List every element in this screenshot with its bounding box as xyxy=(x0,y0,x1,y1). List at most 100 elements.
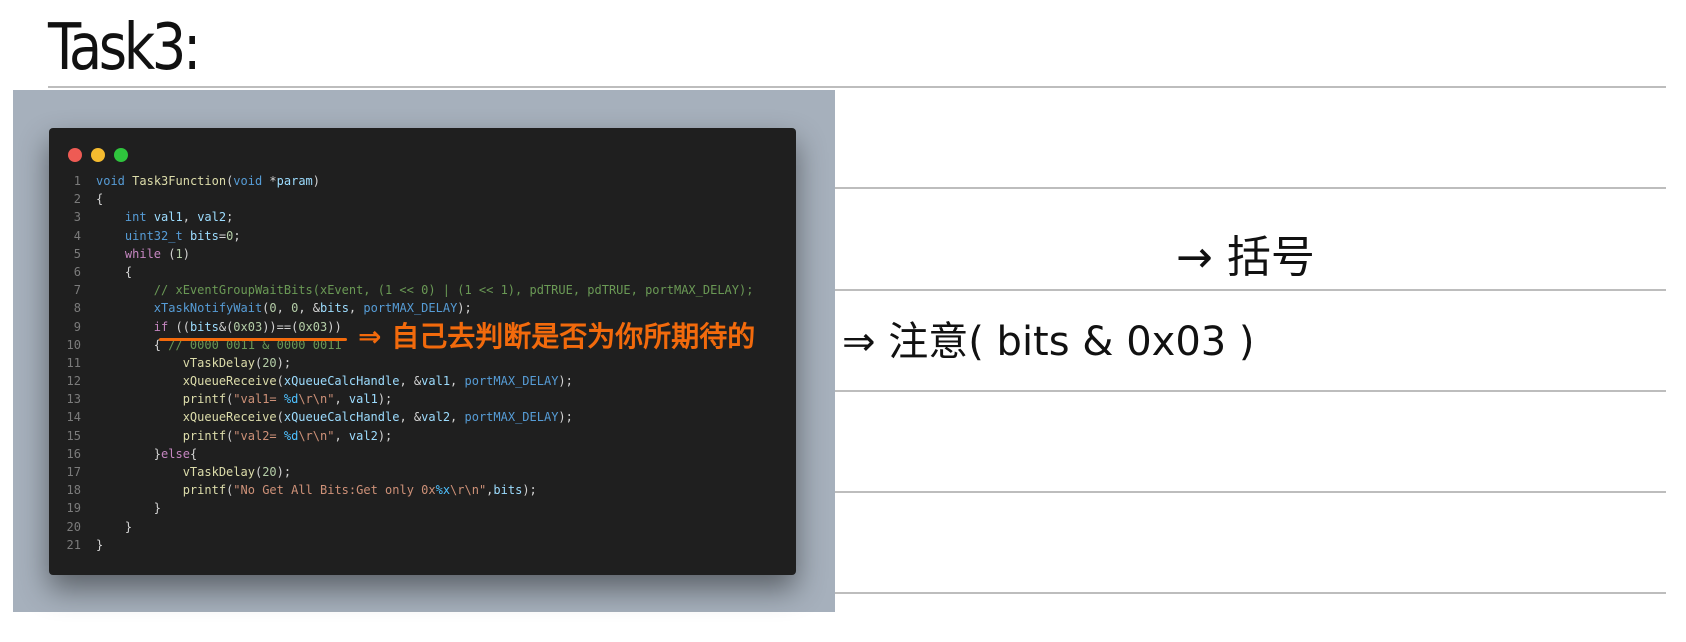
code-token: ( xyxy=(226,392,234,407)
code-token: = xyxy=(218,228,227,243)
code-token: vTaskDelay xyxy=(182,465,255,479)
ruled-line xyxy=(48,86,1666,88)
code-token: void xyxy=(96,174,125,188)
code-line: 3 int val1, val2; xyxy=(49,208,796,226)
ruled-line xyxy=(835,390,1666,392)
code-token: } xyxy=(96,537,104,552)
code-token: ); xyxy=(276,355,292,370)
code-token: &( xyxy=(218,319,234,334)
line-number: 14 xyxy=(66,410,81,425)
code-line: 21} xyxy=(49,536,796,554)
code-token: xQueueReceive xyxy=(182,410,277,425)
page-heading: Task3: xyxy=(48,11,201,85)
code-token: if xyxy=(153,319,169,334)
code-token: xQueueReceive xyxy=(182,374,277,389)
code-token: val1 xyxy=(348,392,378,407)
line-number: 20 xyxy=(66,519,81,534)
code-token: 20 xyxy=(262,355,277,370)
code-token: val2 xyxy=(348,428,378,443)
ruled-line xyxy=(835,491,1666,493)
code-token: "val1= xyxy=(233,392,284,407)
code-line: 19 } xyxy=(49,499,796,517)
line-number: 2 xyxy=(73,192,81,207)
ruled-line xyxy=(835,289,1666,291)
code-line: 7 // xEventGroupWaitBits(xEvent, (1 << 0… xyxy=(49,281,796,299)
code-token: ); xyxy=(377,428,393,443)
code-line: 1 void Task3Function(void * param) xyxy=(49,172,796,190)
code-token: bits xyxy=(189,228,219,243)
code-token: uint32_t xyxy=(124,228,183,243)
code-token: 0 xyxy=(226,228,234,243)
code-block: 1 void Task3Function(void * param) 2{3 int … xyxy=(49,172,796,554)
code-line: 16 } else{ xyxy=(49,445,796,463)
code-token: ( xyxy=(276,374,284,389)
code-token: bits xyxy=(189,319,219,334)
code-token: "No Get All Bits:Get only 0x xyxy=(233,483,436,498)
code-token: 20 xyxy=(262,465,277,479)
line-number: 9 xyxy=(73,319,81,334)
code-token: )) xyxy=(327,319,342,334)
code-token: portMAX_DELAY xyxy=(464,410,559,425)
code-token: ) xyxy=(312,174,321,188)
code-token: %d xyxy=(283,428,299,443)
code-token: param xyxy=(276,174,313,188)
line-number: 8 xyxy=(73,301,81,316)
ruled-line xyxy=(835,592,1666,594)
code-token: ( xyxy=(226,483,234,498)
code-token: { xyxy=(96,264,133,279)
code-token: 1 xyxy=(175,246,183,261)
code-token: ( xyxy=(254,465,263,479)
code-line: 17 vTaskDelay(20); xyxy=(49,463,796,481)
code-token: %d xyxy=(283,392,299,407)
code-token: } xyxy=(96,501,162,516)
code-token: // xEventGroupWaitBits(xEvent, (1 << 0) … xyxy=(153,283,754,298)
code-token: { xyxy=(189,446,198,461)
maximize-dot-icon xyxy=(114,148,128,162)
line-number: 5 xyxy=(73,246,81,261)
code-token: ); xyxy=(377,392,393,407)
ruled-line xyxy=(835,187,1666,189)
code-token: %x xyxy=(435,483,451,498)
code-token: , xyxy=(276,301,292,316)
code-token: val2 xyxy=(197,210,227,225)
code-token: ( xyxy=(226,174,234,188)
code-token: val1 xyxy=(421,374,451,389)
code-token: ; xyxy=(226,210,234,225)
minimize-dot-icon xyxy=(91,148,105,162)
code-token: void xyxy=(233,174,263,188)
code-token: xQueueCalcHandle xyxy=(283,410,400,425)
line-number: 17 xyxy=(66,465,81,479)
code-token: , & xyxy=(399,410,422,425)
code-line: 15 printf("val2= %d \r\n", val2); xyxy=(49,427,796,445)
code-token: \r\n" xyxy=(298,392,335,407)
code-token: ( xyxy=(254,355,263,370)
code-token: 0 xyxy=(291,301,299,316)
code-token: Task3Function xyxy=(132,174,227,188)
code-token: * xyxy=(262,174,277,188)
code-token: bits xyxy=(493,483,523,498)
code-token: printf xyxy=(182,428,227,443)
code-line: 8 xTaskNotifyWait(0, 0, & bits, portMAX_D… xyxy=(49,299,796,317)
code-token: } xyxy=(96,519,133,534)
code-token: vTaskDelay xyxy=(182,355,255,370)
code-token: , xyxy=(450,374,465,389)
line-number: 16 xyxy=(66,446,81,461)
line-number: 21 xyxy=(66,537,81,552)
code-token: , xyxy=(334,428,349,443)
code-token: , xyxy=(334,392,349,407)
line-number: 15 xyxy=(66,428,81,443)
code-token: bits xyxy=(320,301,349,316)
code-token: } xyxy=(96,446,162,461)
line-number: 3 xyxy=(73,210,81,225)
code-token: , xyxy=(348,301,364,316)
code-token: ); xyxy=(558,374,573,389)
code-token: 0x03 xyxy=(233,319,263,334)
code-token: ) xyxy=(182,246,190,261)
code-token: portMAX_DELAY xyxy=(363,301,458,316)
